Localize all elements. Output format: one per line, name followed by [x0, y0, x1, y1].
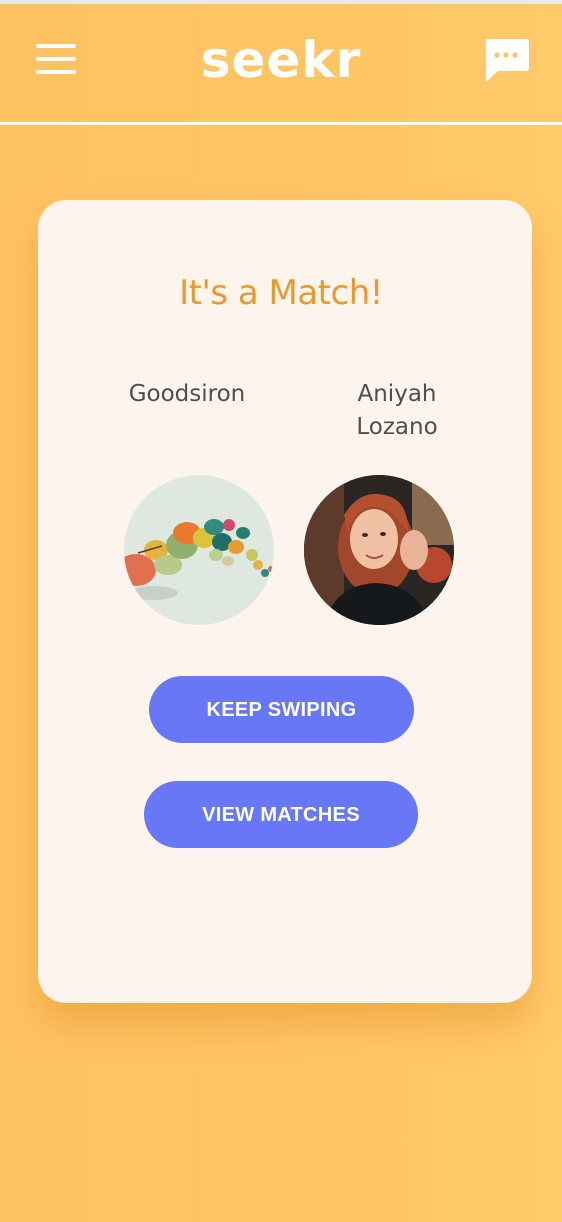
match-title: It's a Match!: [179, 273, 383, 313]
match-card: [38, 200, 532, 1003]
abstract-art-avatar-image: [124, 475, 274, 625]
match-name: Aniyah Lozano: [356, 381, 438, 440]
header-divider: [0, 122, 562, 125]
woman-photo-avatar-image: [304, 475, 454, 625]
chat-bubble-icon: [485, 39, 529, 82]
chat-button[interactable]: [482, 37, 530, 83]
view-matches-button[interactable]: VIEW MATCHES: [144, 781, 418, 848]
match-avatar[interactable]: [304, 475, 454, 625]
user-avatar[interactable]: [124, 475, 274, 625]
user-name: Goodsiron: [128, 381, 246, 407]
app-logo[interactable]: seekr: [0, 28, 562, 92]
keep-swiping-button[interactable]: KEEP SWIPING: [149, 676, 414, 743]
